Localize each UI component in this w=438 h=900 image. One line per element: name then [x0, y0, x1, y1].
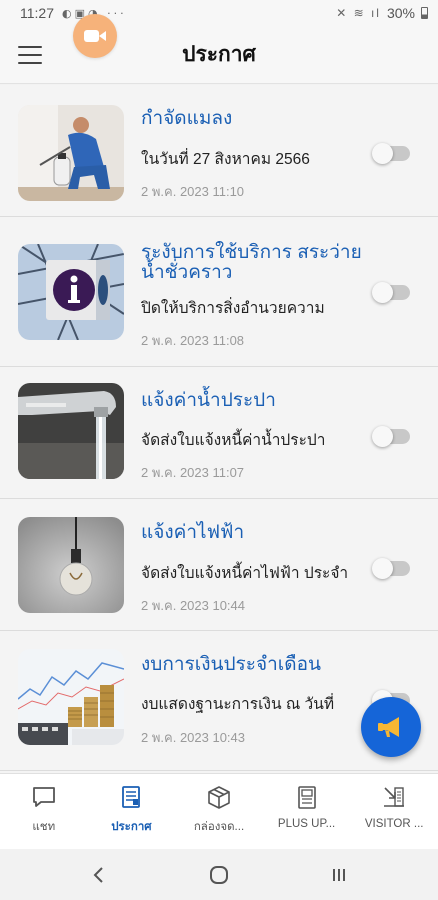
- nav-chat-label: แชท: [32, 821, 56, 833]
- announcement-title: กำจัดแมลง: [141, 108, 233, 129]
- screen-record-button[interactable]: [73, 14, 117, 58]
- toggle-knob: [372, 282, 393, 303]
- app-bar: ประกาศ: [0, 26, 438, 84]
- video-camera-icon: [84, 30, 106, 42]
- notification-toggle[interactable]: [372, 143, 410, 164]
- visitor-icon: [384, 787, 405, 807]
- announcement-description: งบแสดงฐานะการเงิน ณ วันที่: [141, 696, 335, 713]
- toggle-knob: [372, 426, 393, 447]
- announce-fab-button[interactable]: [361, 697, 421, 757]
- info-sign-thumbnail: [18, 244, 124, 340]
- megaphone-icon: [378, 717, 399, 737]
- hamburger-menu-icon[interactable]: [18, 46, 42, 64]
- announcement-description: จัดส่งใบแจ้งหนี้ค่าน้ำประปา: [141, 432, 326, 449]
- nav-visitor[interactable]: VISITOR ...: [350, 774, 438, 849]
- toggle-knob: [372, 558, 393, 579]
- notification-toggle[interactable]: [372, 426, 410, 447]
- signal-icons: ✕ ≋ ıl: [336, 6, 381, 20]
- page-title: ประกาศ: [182, 43, 256, 66]
- pest-control-thumbnail: [18, 105, 124, 201]
- nav-announcements[interactable]: ประกาศ: [88, 774, 176, 849]
- list-item[interactable]: แจ้งค่าไฟฟ้า จัดส่งใบแจ้งหนี้ค่าไฟฟ้า ปร…: [0, 499, 438, 631]
- recent-apps-icon[interactable]: [329, 865, 349, 885]
- light-bulb-thumbnail: [18, 517, 124, 613]
- announcement-description: ปิดให้บริการสิ่งอำนวยความ: [141, 300, 325, 317]
- announcement-title: แจ้งค่าไฟฟ้า: [141, 522, 245, 543]
- clipboard-icon: [297, 786, 316, 809]
- announcement-date: 2 พ.ค. 2023 11:10: [141, 184, 245, 199]
- announcement-description: ในวันที่ 27 สิงหาคม 2566: [141, 151, 310, 168]
- status-time: 11:27: [20, 5, 54, 21]
- status-bar: 11:27 ◐▣◑ ··· ✕ ≋ ıl 30%: [0, 0, 438, 26]
- finance-chart-thumbnail: [18, 649, 124, 745]
- battery-icon: [421, 7, 428, 19]
- back-icon[interactable]: [89, 865, 109, 885]
- home-icon[interactable]: [208, 864, 230, 886]
- notification-toggle[interactable]: [372, 282, 410, 303]
- announcement-list[interactable]: กำจัดแมลง ในวันที่ 27 สิงหาคม 2566 2 พ.ค…: [0, 85, 438, 773]
- document-icon: [122, 786, 141, 808]
- bottom-navigation: แชท ประกาศ กล่องจด... PLUS UP... VISITOR…: [0, 773, 438, 849]
- water-tap-thumbnail: [18, 383, 124, 479]
- parcel-icon: [208, 786, 230, 809]
- system-navigation: [0, 849, 438, 900]
- list-item[interactable]: ระงับการใช้บริการ สระว่ายน้ำชั่วคราว ปิด…: [0, 217, 438, 367]
- announcement-description: จัดส่งใบแจ้งหนี้ค่าไฟฟ้า ประจำ: [141, 565, 349, 582]
- status-right: ✕ ≋ ıl 30%: [336, 5, 428, 21]
- nav-visitor-label: VISITOR ...: [364, 818, 424, 830]
- notification-toggle[interactable]: [372, 558, 410, 579]
- battery-level: 30%: [386, 5, 415, 21]
- nav-plus-up-label: PLUS UP...: [277, 818, 336, 830]
- announcement-title: แจ้งค่าน้ำประปา: [141, 390, 276, 411]
- nav-chat[interactable]: แชท: [0, 774, 88, 849]
- announcement-title: งบการเงินประจำเดือน: [141, 654, 321, 675]
- announcement-date: 2 พ.ค. 2023 10:44: [141, 598, 246, 613]
- toggle-knob: [372, 143, 393, 164]
- nav-announcements-label: ประกาศ: [111, 821, 152, 833]
- announcement-date: 2 พ.ค. 2023 10:43: [141, 730, 246, 745]
- announcement-title: ระงับการใช้บริการ สระว่ายน้ำชั่วคราว: [141, 242, 362, 283]
- announcement-date: 2 พ.ค. 2023 11:07: [141, 465, 245, 480]
- chat-icon: [32, 787, 55, 807]
- list-item[interactable]: กำจัดแมลง ในวันที่ 27 สิงหาคม 2566 2 พ.ค…: [0, 85, 438, 217]
- nav-parcels-label: กล่องจด...: [193, 821, 245, 833]
- nav-plus-up[interactable]: PLUS UP...: [263, 774, 351, 849]
- announcement-date: 2 พ.ค. 2023 11:08: [141, 333, 245, 348]
- list-item[interactable]: แจ้งค่าน้ำประปา จัดส่งใบแจ้งหนี้ค่าน้ำปร…: [0, 367, 438, 499]
- nav-parcels[interactable]: กล่องจด...: [175, 774, 263, 849]
